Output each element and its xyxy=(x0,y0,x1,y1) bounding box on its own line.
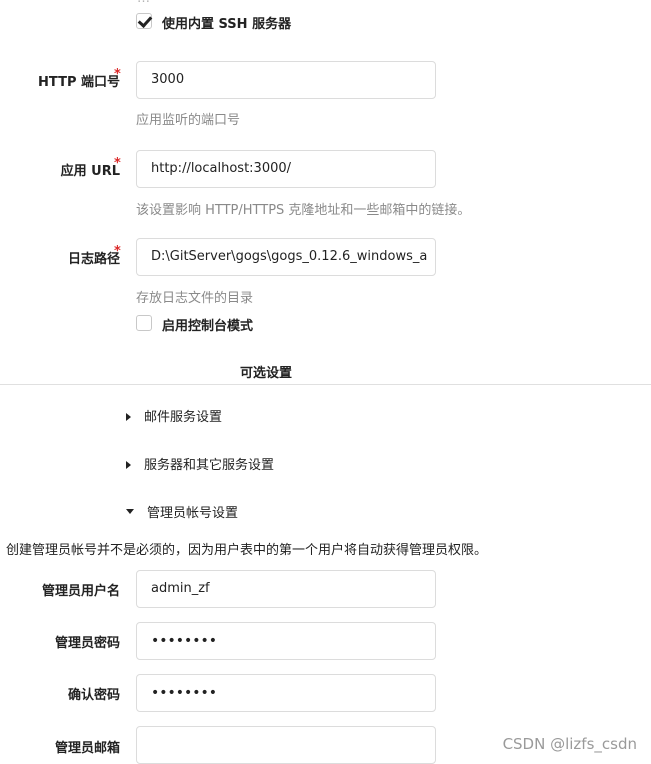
cut-off-help-text: … xyxy=(137,0,150,6)
required-asterisk: * xyxy=(114,67,121,82)
console-mode-checkbox[interactable] xyxy=(136,315,152,331)
app-url-help: 该设置影响 HTTP/HTTPS 克隆地址和一些邮箱中的链接。 xyxy=(136,203,471,218)
caret-right-icon xyxy=(126,460,131,469)
confirm-password-input[interactable]: •••••••• xyxy=(136,674,436,712)
section-divider xyxy=(0,384,651,385)
watermark: CSDN @lizfs_csdn xyxy=(502,735,637,753)
builtin-ssh-checkbox[interactable] xyxy=(136,12,153,29)
app-url-label: 应用 URL xyxy=(60,164,120,179)
required-asterisk: * xyxy=(114,156,121,171)
log-path-label: 日志路径 xyxy=(67,252,120,267)
caret-right-icon xyxy=(126,412,131,421)
admin-password-label: 管理员密码 xyxy=(54,636,120,651)
checkmark-icon xyxy=(137,12,153,29)
server-settings-label: 服务器和其它服务设置 xyxy=(144,458,275,473)
mail-settings-label: 邮件服务设置 xyxy=(144,410,223,425)
server-settings-toggle[interactable]: 服务器和其它服务设置 xyxy=(126,454,274,473)
http-port-input[interactable]: 3000 xyxy=(136,61,436,99)
admin-email-input[interactable] xyxy=(136,726,436,764)
http-port-label: HTTP 端口号 xyxy=(38,75,120,90)
admin-settings-toggle[interactable]: 管理员帐号设置 xyxy=(126,502,238,521)
console-mode-label: 启用控制台模式 xyxy=(162,319,254,334)
admin-password-input[interactable]: •••••••• xyxy=(136,622,436,660)
log-path-input[interactable]: D:\GitServer\gogs\gogs_0.12.6_windows_a xyxy=(136,238,436,276)
confirm-password-label: 确认密码 xyxy=(67,688,120,703)
caret-down-icon xyxy=(126,509,134,514)
admin-username-label: 管理员用户名 xyxy=(41,584,120,599)
mail-settings-toggle[interactable]: 邮件服务设置 xyxy=(126,406,222,425)
admin-settings-label: 管理员帐号设置 xyxy=(147,506,239,521)
optional-settings-title: 可选设置 xyxy=(239,366,292,381)
http-port-help: 应用监听的端口号 xyxy=(136,113,241,128)
admin-email-label: 管理员邮箱 xyxy=(54,741,120,756)
admin-username-input[interactable]: admin_zf xyxy=(136,570,436,608)
required-asterisk: * xyxy=(114,244,121,259)
admin-note: 创建管理员帐号并不是必须的，因为用户表中的第一个用户将自动获得管理员权限。 xyxy=(6,543,488,558)
app-url-input[interactable]: http://localhost:3000/ xyxy=(136,150,436,188)
builtin-ssh-label: 使用内置 SSH 服务器 xyxy=(162,17,292,32)
log-path-help: 存放日志文件的目录 xyxy=(136,291,254,306)
